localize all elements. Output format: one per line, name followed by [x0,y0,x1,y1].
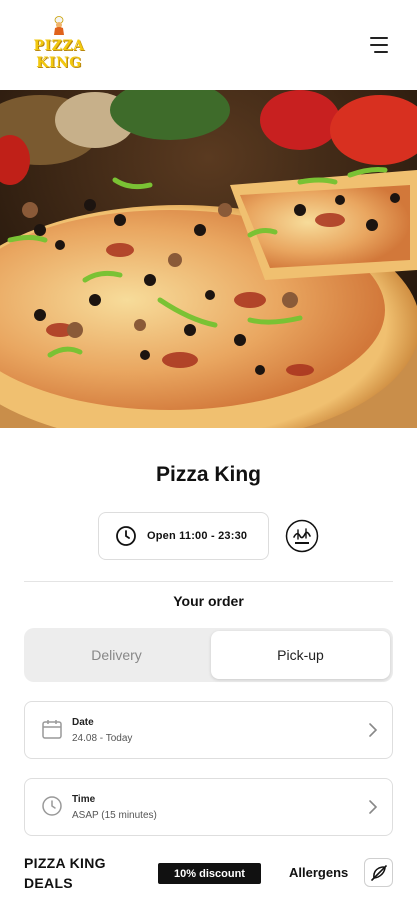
section-divider [24,581,393,582]
clock-icon [42,796,62,816]
no-allergen-icon [370,864,387,881]
restaurant-name: Pizza King [155,463,261,486]
delivery-option[interactable]: Delivery [27,631,206,679]
app-header: PIZZA KING [0,0,417,90]
pizza-king-logo[interactable]: PIZZA KING [28,16,90,76]
date-selector[interactable]: Date 24.08 - Today [24,701,393,759]
hamburger-menu-icon[interactable] [366,36,388,54]
time-value: ASAP (15 minutes) [72,810,157,821]
opening-hours-text: Open 11:00 - 23:30 [147,530,248,542]
clock-icon [116,526,136,546]
discount-badge: 10% discount [158,863,261,884]
allergens-button[interactable] [364,858,393,887]
delivery-mode-toggle: Delivery Pick-up [24,628,393,682]
time-selector[interactable]: Time ASAP (15 minutes) [24,778,393,836]
calendar-icon [42,720,62,739]
date-value: 24.08 - Today [72,733,133,744]
halal-badge-icon [285,519,319,553]
opening-hours-pill[interactable]: Open 11:00 - 23:30 [98,512,269,560]
chevron-right-icon [369,800,378,814]
chef-mascot-icon [54,16,64,35]
pizza-hero-image [0,90,417,428]
your-order-heading: Your order [173,593,244,609]
logo-line1: PIZZA [33,38,85,54]
deals-heading: PIZZA KING DEALS [24,855,106,891]
pickup-option[interactable]: Pick-up [211,631,390,679]
allergens-label: Allergens [289,865,349,880]
time-label: Time [72,794,96,805]
chevron-right-icon [369,723,378,737]
logo-line2: KING [36,55,82,71]
date-label: Date [72,717,94,728]
